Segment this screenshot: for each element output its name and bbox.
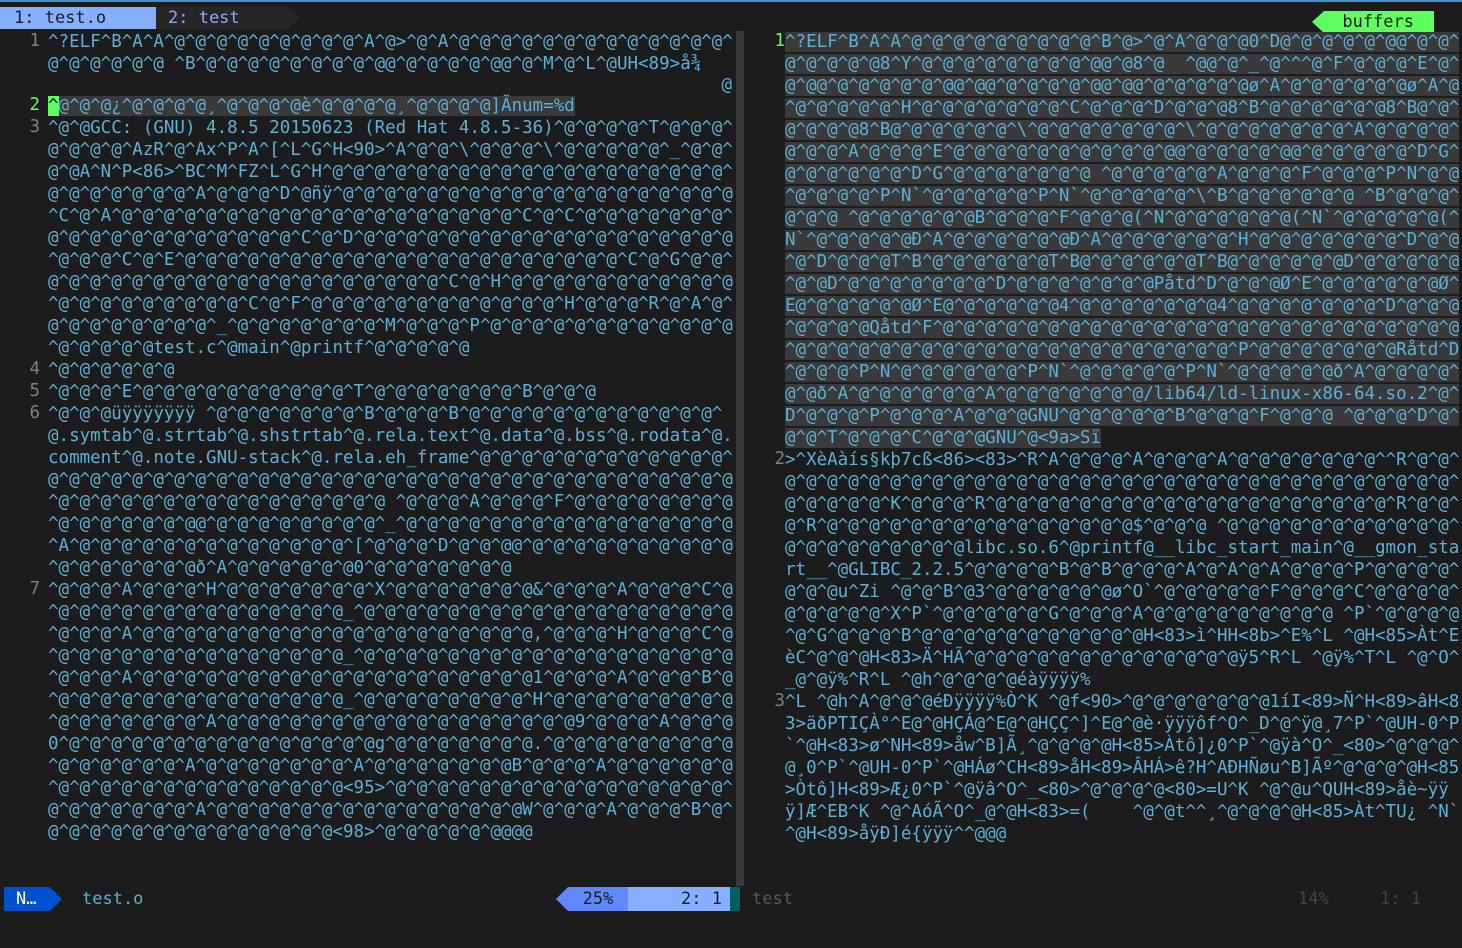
line-text: ^L ^@h^A^@^@^@éÐÿÿÿÿ%Ò^K ^@f<90>^@^@^@^@… (785, 692, 1460, 844)
line-text: ^@^@^@^A^@^@^@^H^@^@^@^@^@^@^@^X^@^@^@^@… (48, 580, 733, 842)
window-top-border (0, 0, 1462, 2)
editor-line[interactable]: 1 ^?ELF^B^A^A^@^@^@^@^@^@^@^@^@^B^@>^@^A^… (745, 31, 1462, 449)
buffers-indicator: buffers (1312, 11, 1434, 33)
left-editor-pane[interactable]: 1 ^?ELF^B^A^A^@^@^@^@^@^@^@^@^@^A^@>^@^A^… (0, 31, 738, 886)
line-text: ^@^@GCC: (GNU) 4.8.5 20150623 (Red Hat 4… (48, 118, 733, 358)
tab-test[interactable]: 2: test (156, 7, 300, 29)
line-text: >^XèAàís§kþ7cß<86><83>^R^A^@^@^@^A^@^@^@… (785, 450, 1460, 690)
right-editor-pane[interactable]: 1 ^?ELF^B^A^A^@^@^@^@^@^@^@^@^@^B^@>^@^A^… (745, 31, 1462, 886)
left-scroll-percent: 25% (556, 887, 628, 911)
line-text: ^?ELF^B^A^A^@^@^@^@^@^@^@^@^@^B^@>^@^A^@… (785, 32, 1460, 448)
line-number: 5 (29, 381, 40, 401)
vertical-split-separator[interactable] (736, 31, 744, 886)
text-cursor: ^ (48, 96, 59, 116)
line-number: 6 (29, 403, 40, 423)
line-text: ^@^@^@¿^@^@^@^@¸^@^@^@^@è^@^@^@^@¸^@^@^@… (48, 96, 575, 116)
status-separator (730, 887, 740, 911)
line-text: ^@^@^@^@^@^@ (48, 360, 175, 380)
right-scroll-percent: 14% (1298, 889, 1329, 909)
editor-line[interactable]: 5 ^@^@^@^E^@^@^@^@^@^@^@^@^@^@^T^@^@^@^@^… (0, 381, 738, 403)
editor-line[interactable]: 4 ^@^@^@^@^@^@ (0, 359, 738, 381)
line-number: 4 (29, 359, 40, 379)
left-cursor-position: 2: 1 (628, 887, 730, 911)
editor-line[interactable]: 3 ^@^@GCC: (GNU) 4.8.5 20150623 (Red Hat … (0, 117, 738, 359)
line-number: 3 (774, 691, 785, 711)
line-number: 2 (774, 449, 785, 469)
editor-line[interactable]: 6 ^@^@^@üÿÿÿÿÿÿÿ ^@^@^@^@^@^@^@^B^@^@^@^B… (0, 403, 738, 579)
mode-indicator: N… (4, 887, 64, 911)
editor-line[interactable]: 3 ^L ^@h^A^@^@^@éÐÿÿÿÿ%Ò^K ^@f<90>^@^@^@^… (745, 691, 1462, 845)
right-cursor-position: 1: 1 (1380, 889, 1421, 909)
left-filename: test.o (82, 889, 144, 909)
editor-line[interactable]: 2 ^@^@^@¿^@^@^@^@¸^@^@^@^@è^@^@^@^@¸^@^@^… (0, 95, 738, 117)
status-line: N… test.o 25% 2: 1 test 14% 1: 1 (0, 887, 1462, 911)
right-filename: test (752, 889, 793, 909)
line-number: 1 (29, 31, 40, 51)
tab-test-o[interactable]: 1: test.o (0, 7, 170, 29)
editor-line[interactable]: 2 >^XèAàís§kþ7cß<86><83>^R^A^@^@^@^A^@^@^… (745, 449, 1462, 691)
line-number: 2 (29, 95, 40, 115)
line-number: 3 (29, 117, 40, 137)
line-text: ^?ELF^B^A^A^@^@^@^@^@^@^@^@^@^A^@>^@^A^@… (48, 32, 733, 74)
editor-line[interactable]: 7 ^@^@^@^A^@^@^@^H^@^@^@^@^@^@^@^X^@^@^@^… (0, 579, 738, 843)
command-line[interactable] (0, 911, 1462, 948)
line-text: ^@^@^@üÿÿÿÿÿÿÿ ^@^@^@^@^@^@^@^B^@^@^@^B^… (48, 404, 733, 578)
line-trail: @ (721, 75, 732, 95)
tabline: 1: test.o 2: test buffers (0, 4, 1462, 33)
line-number: 7 (29, 579, 40, 599)
line-text: ^@^@^@^E^@^@^@^@^@^@^@^@^@^@^T^@^@^@^@^@… (48, 382, 596, 402)
line-number: 1 (774, 31, 785, 51)
editor-line[interactable]: 1 ^?ELF^B^A^A^@^@^@^@^@^@^@^@^@^A^@>^@^A^… (0, 31, 738, 95)
